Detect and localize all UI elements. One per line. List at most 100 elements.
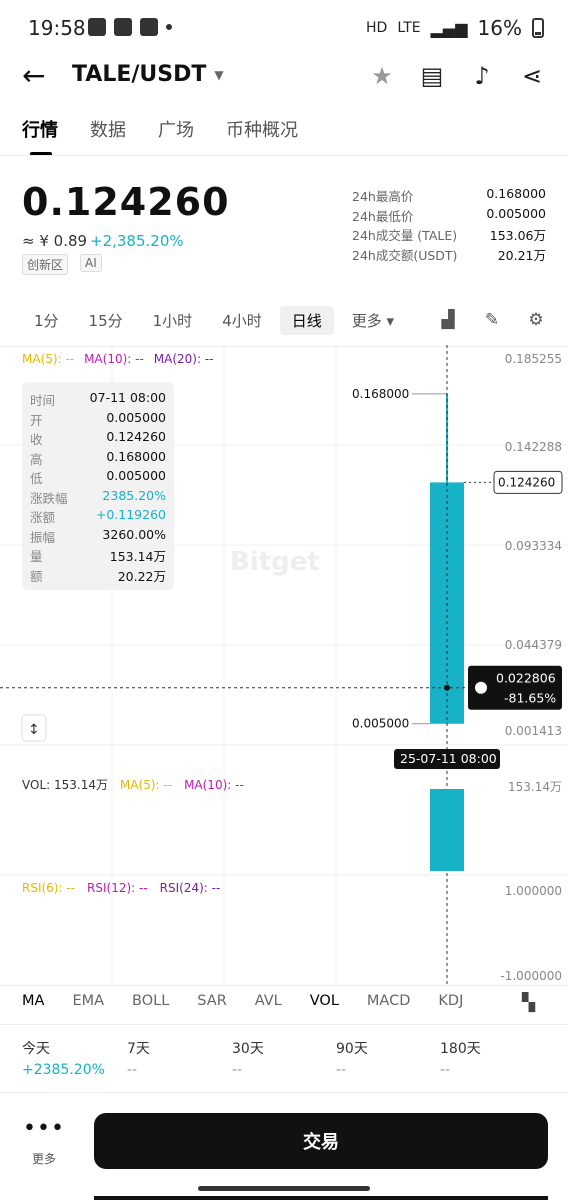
indicator-divider [0, 1024, 568, 1025]
indicator-avl[interactable]: AVL [255, 993, 282, 1009]
signal-icon: ▂▄▆ [430, 18, 468, 38]
info-label: 开 [30, 412, 43, 428]
perf-label: 今天 [22, 1041, 50, 1057]
perf-label: 90天 [336, 1041, 368, 1057]
settings-icon[interactable]: ⚙ [524, 310, 548, 330]
back-arrow-icon[interactable]: ← [22, 62, 45, 90]
tab-data[interactable]: 数据 [90, 116, 126, 142]
period-4h[interactable]: 4小时 [210, 306, 274, 335]
crosshair-pct: -81.65% [504, 691, 556, 706]
tag-ai[interactable]: AI [80, 254, 102, 272]
stat-label: 24h成交量 (TALE) [352, 228, 458, 243]
info-label: 时间 [30, 393, 56, 408]
vol-ma10-legend: MA(10): -- [184, 777, 244, 792]
stat-value: 153.06万 [489, 228, 546, 243]
stat-label: 24h最低价 [352, 208, 414, 224]
tabs-divider [0, 155, 568, 156]
more-button[interactable]: ••• 更多 [22, 1116, 66, 1167]
info-value: 0.168000 [106, 448, 166, 464]
info-row: 时间 07-11 08:00 [30, 390, 166, 410]
draw-tool-icon[interactable]: ✎ [480, 310, 504, 330]
rsi24-legend: RSI(24): -- [159, 881, 221, 895]
caret-down-icon: ▼ [214, 67, 224, 82]
indicator-settings-icon[interactable]: ▚ [522, 993, 535, 1013]
tab-market[interactable]: 行情 [22, 116, 58, 156]
info-label: 额 [30, 568, 43, 584]
indicator-vol[interactable]: VOL [310, 993, 339, 1009]
volume-bar[interactable] [430, 789, 464, 871]
more-dot-icon [166, 24, 172, 30]
home-indicator[interactable] [198, 1186, 370, 1191]
indicator-boll[interactable]: BOLL [132, 993, 169, 1009]
y-axis-label: 0.185255 [504, 352, 562, 366]
trade-button[interactable]: 交易 [94, 1113, 548, 1169]
info-row: 收 0.124260 [30, 429, 166, 449]
info-label: 涨跌幅 [30, 490, 68, 506]
watermark: Bitget [230, 547, 320, 577]
info-value: 2385.20% [102, 487, 166, 503]
indicator-kdj[interactable]: KDJ [438, 993, 463, 1009]
period-1m[interactable]: 1分 [22, 306, 71, 335]
tab-overview[interactable]: 币种概况 [226, 116, 298, 142]
indicator-macd[interactable]: MACD [367, 993, 410, 1009]
indicator-sar[interactable]: SAR [197, 993, 226, 1009]
period-15m[interactable]: 15分 [77, 306, 135, 335]
low-label: 0.005000 [352, 717, 409, 731]
y-axis-label: 0.044379 [504, 638, 562, 652]
info-label: 振幅 [30, 529, 56, 545]
info-row: 低 0.005000 [30, 468, 166, 488]
tag-innovation[interactable]: 创新区 [22, 254, 69, 275]
perf-value: +2385.20% [22, 1062, 105, 1078]
bell-icon[interactable]: ♪ [468, 62, 496, 90]
info-label: 量 [30, 549, 43, 564]
battery-icon [532, 18, 544, 38]
stat-row: 24h成交量 (TALE) 153.06万 [352, 225, 546, 245]
info-label: 收 [30, 432, 43, 447]
pair-selector[interactable]: TALE/USDT ▼ [72, 62, 224, 87]
star-icon[interactable]: ★ [368, 62, 396, 90]
more-dots-icon: ••• [23, 1116, 65, 1141]
info-value: 20.22万 [117, 568, 166, 584]
chart-type-icon[interactable]: ▟ [436, 310, 460, 330]
stat-value: 0.005000 [486, 205, 546, 221]
book-icon[interactable]: ▤ [418, 62, 446, 90]
perf-90d: 90天 -- [336, 1038, 436, 1078]
period-1d[interactable]: 日线 [279, 306, 334, 335]
period-more[interactable]: 更多 ▾ [340, 306, 406, 335]
crosshair-price: 0.022806 [496, 671, 556, 686]
rsi-axis-bottom: -1.000000 [500, 969, 562, 983]
ma-legend: MA(5): -- MA(10): -- MA(20): -- [22, 352, 214, 366]
info-row: 量 153.14万 [30, 546, 166, 566]
tab-square[interactable]: 广场 [158, 116, 194, 142]
ohlc-info-panel: 时间 07-11 08:00 开 0.005000 收 0.124260 高 0.168… [22, 382, 174, 590]
info-row: 额 20.22万 [30, 566, 166, 586]
period-tabs: 1分 15分 1小时 4小时 日线 更多 ▾ [22, 306, 412, 335]
chart-bottom-divider [0, 985, 568, 986]
stat-row: 24h成交额(USDT) 20.21万 [352, 245, 546, 265]
period-1h[interactable]: 1小时 [141, 306, 205, 335]
info-label: 涨额 [30, 510, 56, 525]
perf-value: -- [440, 1062, 451, 1078]
notification-icons [88, 18, 172, 36]
vol-legend: VOL: 153.14万 MA(5): -- MA(10): -- [22, 776, 244, 793]
ma5-legend: MA(5): -- [22, 352, 75, 366]
high-label: 0.168000 [352, 387, 409, 401]
info-value: 153.14万 [109, 549, 166, 564]
perf-label: 7天 [127, 1041, 150, 1057]
vol-ma5-legend: MA(5): -- [119, 777, 173, 792]
stat-value: 20.21万 [497, 247, 546, 263]
battery-label: 16% [477, 16, 522, 40]
indicator-ma[interactable]: MA [22, 993, 44, 1009]
indicator-ema[interactable]: EMA [72, 993, 104, 1009]
y-axis-label: 0.093334 [504, 539, 562, 553]
info-value: 0.005000 [106, 409, 166, 425]
perf-180d: 180天 -- [440, 1038, 540, 1078]
add-alert-icon[interactable] [475, 681, 487, 694]
perf-7d: 7天 -- [127, 1038, 227, 1078]
perf-label: 180天 [440, 1041, 481, 1057]
info-label: 低 [30, 471, 43, 486]
indicator-tabs: MA EMA BOLL SAR AVL VOL MACD KDJ [22, 993, 548, 1009]
share-icon[interactable]: ⋖ [518, 62, 546, 90]
y-axis-label: 0.142288 [504, 440, 562, 454]
rsi-legend: RSI(6): -- RSI(12): -- RSI(24): -- [22, 881, 220, 895]
